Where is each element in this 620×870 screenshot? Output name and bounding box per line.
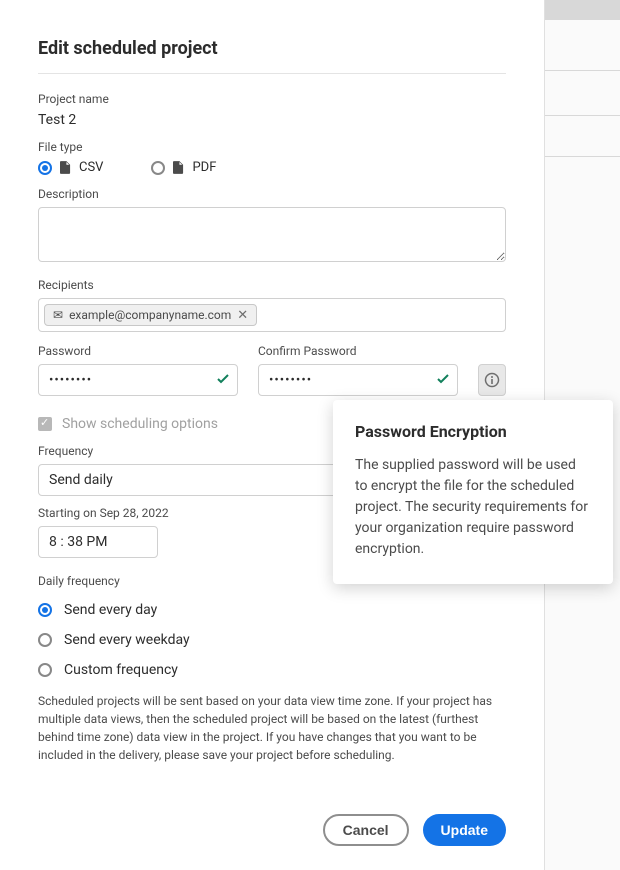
check-icon (436, 372, 450, 390)
radio-icon (38, 663, 52, 677)
confirm-password-input[interactable]: •••••••• (258, 364, 458, 396)
file-type-csv-option[interactable]: CSV (38, 160, 103, 175)
check-icon (216, 372, 230, 390)
file-type-csv-label: CSV (79, 160, 103, 175)
recipients-input[interactable]: ✉ example@companyname.com ✕ (38, 298, 506, 332)
bg-divider (545, 70, 620, 71)
password-input[interactable]: •••••••• (38, 364, 238, 396)
daily-freq-everyday-label: Send every day (64, 602, 157, 618)
project-name-label: Project name (38, 92, 506, 106)
password-encryption-popover: Password Encryption The supplied passwor… (333, 400, 613, 584)
mail-icon: ✉ (53, 308, 63, 322)
daily-freq-weekday-label: Send every weekday (64, 632, 190, 648)
daily-freq-custom-label: Custom frequency (64, 662, 178, 678)
recipient-email: example@companyname.com (69, 308, 231, 322)
info-icon (484, 372, 500, 388)
file-icon (60, 161, 71, 174)
starting-time-value: 8 : 38 PM (49, 534, 107, 550)
description-label: Description (38, 187, 506, 201)
popover-title: Password Encryption (355, 422, 591, 441)
footer-note: Scheduled projects will be sent based on… (38, 692, 506, 764)
cancel-button[interactable]: Cancel (323, 814, 409, 846)
file-type-pdf-label: PDF (192, 160, 216, 175)
modal-title: Edit scheduled project (38, 38, 506, 59)
recipient-chip: ✉ example@companyname.com ✕ (44, 304, 257, 326)
password-info-button[interactable] (478, 364, 506, 396)
radio-icon (38, 633, 52, 647)
bg-divider (545, 115, 620, 116)
description-textarea[interactable] (38, 207, 506, 262)
update-button[interactable]: Update (423, 814, 506, 846)
file-type-pdf-option[interactable]: PDF (151, 160, 216, 175)
background-toolbar (545, 0, 620, 20)
starting-time-input[interactable]: 8 : 38 PM (38, 526, 158, 558)
radio-icon (151, 161, 165, 175)
remove-chip-icon[interactable]: ✕ (237, 309, 248, 322)
show-scheduling-label: Show scheduling options (62, 416, 218, 432)
daily-freq-everyday-option[interactable]: Send every day (38, 602, 506, 618)
radio-icon (38, 161, 52, 175)
frequency-value: Send daily (49, 472, 113, 488)
file-type-label: File type (38, 140, 506, 154)
daily-freq-weekday-option[interactable]: Send every weekday (38, 632, 506, 648)
project-name-value: Test 2 (38, 112, 506, 128)
confirm-password-label: Confirm Password (258, 344, 458, 358)
popover-body: The supplied password will be used to en… (355, 455, 591, 560)
bg-divider (545, 156, 620, 157)
starting-label: Starting on Sep 28, 2022 (38, 506, 169, 520)
file-icon (173, 161, 184, 174)
daily-freq-custom-option[interactable]: Custom frequency (38, 662, 506, 678)
show-scheduling-checkbox (38, 417, 52, 431)
divider (38, 73, 506, 74)
recipients-label: Recipients (38, 278, 506, 292)
radio-icon (38, 603, 52, 617)
password-label: Password (38, 344, 238, 358)
